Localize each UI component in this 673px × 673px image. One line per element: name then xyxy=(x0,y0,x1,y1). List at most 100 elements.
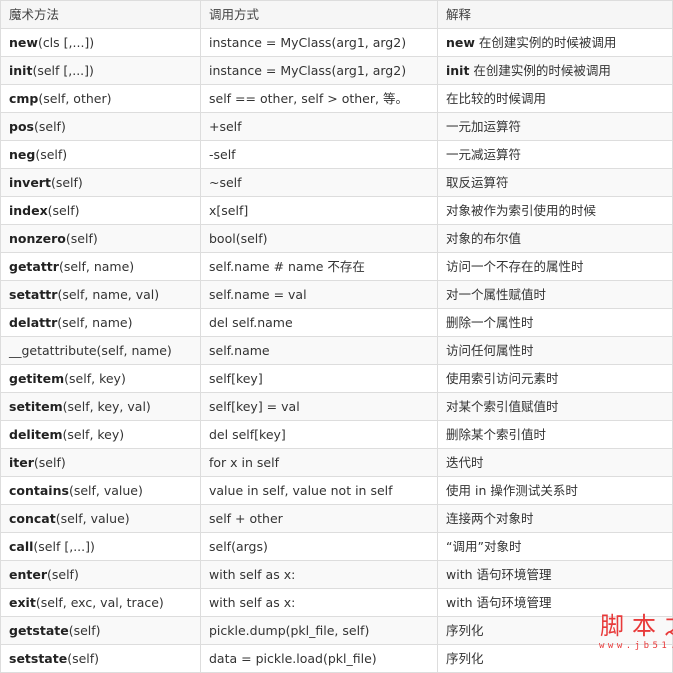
method-signature: (self, key) xyxy=(64,371,126,386)
explanation-cell: 对象被作为索引使用的时候 xyxy=(437,196,673,225)
explanation-cell: 使用 in 操作测试关系时 xyxy=(437,476,673,505)
method-cell: pos(self) xyxy=(0,112,201,141)
method-cell: enter(self) xyxy=(0,560,201,589)
method-name: neg xyxy=(9,147,36,162)
method-cell: setstate(self) xyxy=(0,644,201,673)
table-row: new(cls [,...]) instance = MyClass(arg1, … xyxy=(0,28,673,57)
method-signature: (self, exc, val, trace) xyxy=(35,595,164,610)
table-row: pos(self) +self 一元加运算符 xyxy=(0,112,673,141)
explanation-cell: “调用”对象时 xyxy=(437,532,673,561)
call-style-cell: del self.name xyxy=(200,308,438,337)
method-name: getstate xyxy=(9,623,69,638)
method-name: exit xyxy=(9,595,36,610)
call-style-cell: self[key] xyxy=(200,364,438,393)
method-cell: setitem(self, key, val) xyxy=(0,392,201,421)
explanation-cell: 一元减运算符 xyxy=(437,140,673,169)
method-signature: (self, name, val) xyxy=(57,287,160,302)
explanation-cell: 序列化 xyxy=(437,644,673,673)
table-row: iter(self) for x in self 迭代时 xyxy=(0,448,673,477)
table-row: enter(self) with self as x: with 语句环境管理 xyxy=(0,560,673,589)
method-signature: (self, value) xyxy=(55,511,130,526)
table-row: getitem(self, key) self[key] 使用索引访问元素时 xyxy=(0,364,673,393)
method-signature: (self, key) xyxy=(62,427,125,442)
explanation-text: 对某个索引值赋值时 xyxy=(446,399,559,414)
magic-methods-table: 魔术方法 调用方式 解释 new(cls [,...]) instance = M… xyxy=(0,0,673,673)
method-name: new xyxy=(9,35,38,50)
explanation-text: with 语句环境管理 xyxy=(446,595,552,610)
method-cell: nonzero(self) xyxy=(0,224,201,253)
method-cell: getstate(self) xyxy=(0,616,201,645)
method-signature: (self) xyxy=(68,623,101,638)
explanation-cell: 删除一个属性时 xyxy=(437,308,673,337)
method-cell: getattr(self, name) xyxy=(0,252,201,281)
call-style-cell: data = pickle.load(pkl_file) xyxy=(200,644,438,673)
call-style-cell: self.name # name 不存在 xyxy=(200,252,438,281)
method-signature: (self) xyxy=(50,175,83,190)
table-row: invert(self) ~self 取反运算符 xyxy=(0,168,673,197)
table-row: index(self) x[self] 对象被作为索引使用的时候 xyxy=(0,196,673,225)
call-style-cell: self.name = val xyxy=(200,280,438,309)
method-cell: __getattribute(self, name) xyxy=(0,336,201,365)
method-name: nonzero xyxy=(9,231,66,246)
call-style-cell: self + other xyxy=(200,504,438,533)
method-cell: iter(self) xyxy=(0,448,201,477)
call-style-cell: ~self xyxy=(200,168,438,197)
table-row: delattr(self, name) del self.name 删除一个属性时 xyxy=(0,308,673,337)
explanation-text: 在创建实例的时候被调用 xyxy=(469,63,611,78)
explanation-text: 访问一个不存在的属性时 xyxy=(446,259,584,274)
table-row: setstate(self) data = pickle.load(pkl_fil… xyxy=(0,644,673,673)
table-row: delitem(self, key) del self[key] 删除某个索引值时 xyxy=(0,420,673,449)
method-name: invert xyxy=(9,175,51,190)
method-cell: call(self [,...]) xyxy=(0,532,201,561)
explanation-text: 对象的布尔值 xyxy=(446,231,522,246)
explanation-cell: 在比较的时候调用 xyxy=(437,84,673,113)
method-name: iter xyxy=(9,455,34,470)
explanation-cell: 对象的布尔值 xyxy=(437,224,673,253)
method-cell: invert(self) xyxy=(0,168,201,197)
explanation-text: 对一个属性赋值时 xyxy=(446,287,547,302)
explanation-cell: 使用索引访问元素时 xyxy=(437,364,673,393)
explanation-cell: 访问一个不存在的属性时 xyxy=(437,252,673,281)
explanation-text: 一元加运算符 xyxy=(446,119,522,134)
explanation-text: with 语句环境管理 xyxy=(446,567,552,582)
method-name: contains xyxy=(9,483,69,498)
method-signature: (self) xyxy=(67,651,100,666)
method-name: init xyxy=(9,63,33,78)
explanation-text: 一元减运算符 xyxy=(446,147,522,162)
method-signature: (self, name) xyxy=(57,315,133,330)
table-header-row: 魔术方法 调用方式 解释 xyxy=(0,0,673,29)
explanation-text: 序列化 xyxy=(446,651,484,666)
explanation-text: 序列化 xyxy=(446,623,484,638)
explanation-text: 在创建实例的时候被调用 xyxy=(474,35,617,50)
method-signature: (self) xyxy=(33,119,66,134)
method-cell: delitem(self, key) xyxy=(0,420,201,449)
call-style-cell: self.name xyxy=(200,336,438,365)
table-body: new(cls [,...]) instance = MyClass(arg1, … xyxy=(0,28,673,673)
table-row: neg(self) -self 一元减运算符 xyxy=(0,140,673,169)
explanation-text: 在比较的时候调用 xyxy=(446,91,547,106)
explanation-text: 删除某个索引值时 xyxy=(446,427,547,442)
method-name: cmp xyxy=(9,91,39,106)
call-style-cell: instance = MyClass(arg1, arg2) xyxy=(200,56,438,85)
call-style-cell: del self[key] xyxy=(200,420,438,449)
method-name: call xyxy=(9,539,34,554)
table-row: cmp(self, other) self == other, self > ot… xyxy=(0,84,673,113)
method-cell: neg(self) xyxy=(0,140,201,169)
explanation-cell: with 语句环境管理 xyxy=(437,560,673,589)
page: 魔术方法 调用方式 解释 new(cls [,...]) instance = M… xyxy=(0,0,673,673)
explanation-text: 取反运算符 xyxy=(446,175,509,190)
method-signature: (self) xyxy=(47,567,79,582)
method-signature: (self [,...]) xyxy=(33,539,95,554)
call-style-cell: instance = MyClass(arg1, arg2) xyxy=(200,28,438,57)
header-magic-method: 魔术方法 xyxy=(0,0,201,29)
call-style-cell: -self xyxy=(200,140,438,169)
method-name: index xyxy=(9,203,48,218)
method-signature: (cls [,...]) xyxy=(37,35,95,50)
method-cell: concat(self, value) xyxy=(0,504,201,533)
method-signature: (self) xyxy=(35,147,68,162)
method-name: setstate xyxy=(9,651,68,666)
explanation-text: 使用 in 操作测试关系时 xyxy=(446,483,578,498)
explanation-cell: with 语句环境管理 xyxy=(437,588,673,617)
table-row: exit(self, exc, val, trace) with self as … xyxy=(0,588,673,617)
method-cell: exit(self, exc, val, trace) xyxy=(0,588,201,617)
